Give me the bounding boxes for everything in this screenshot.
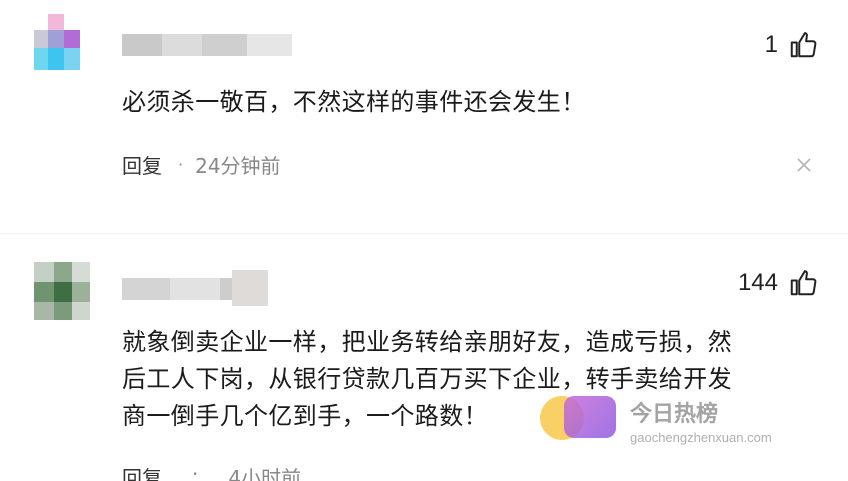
- like-count: 1: [764, 31, 778, 58]
- avatar[interactable]: [34, 14, 90, 72]
- separator-dot: ·: [178, 155, 184, 174]
- username-blurred: [232, 270, 268, 306]
- comment-meta: 回复 · 4小时前: [122, 462, 301, 481]
- reply-button[interactable]: 回复: [122, 150, 162, 179]
- divider: [0, 233, 848, 234]
- separator-dot: ·: [192, 462, 199, 481]
- timestamp: 4小时前: [228, 466, 302, 481]
- username-blurred: [122, 34, 292, 56]
- comment-meta: 回复 · 24分钟前: [122, 150, 281, 179]
- comment-text-line: 就象倒卖企业一样，把业务转给亲朋好友，造成亏损，然: [122, 328, 732, 356]
- like-button[interactable]: 1: [765, 30, 818, 60]
- thumbs-up-icon: [790, 32, 817, 58]
- logo-icon: [564, 396, 616, 438]
- thumbs-up-icon: [790, 270, 817, 296]
- watermark: 今日热榜 gaochengzhenxuan.com: [540, 390, 800, 454]
- watermark-url: gaochengzhenxuan.com: [630, 430, 772, 445]
- timestamp: 24分钟前: [195, 154, 281, 178]
- reply-button[interactable]: 回复: [122, 462, 162, 481]
- like-count: 144: [737, 269, 778, 296]
- comment-text: 必须杀一敬百，不然这样的事件还会发生！: [122, 88, 586, 116]
- watermark-title: 今日热榜: [630, 402, 719, 427]
- close-icon[interactable]: [796, 157, 812, 173]
- avatar[interactable]: [34, 262, 90, 320]
- like-button[interactable]: 144: [738, 268, 818, 298]
- comment-item: 1 必须杀一敬百，不然这样的事件还会发生！ 回复 · 24分钟前: [0, 0, 848, 215]
